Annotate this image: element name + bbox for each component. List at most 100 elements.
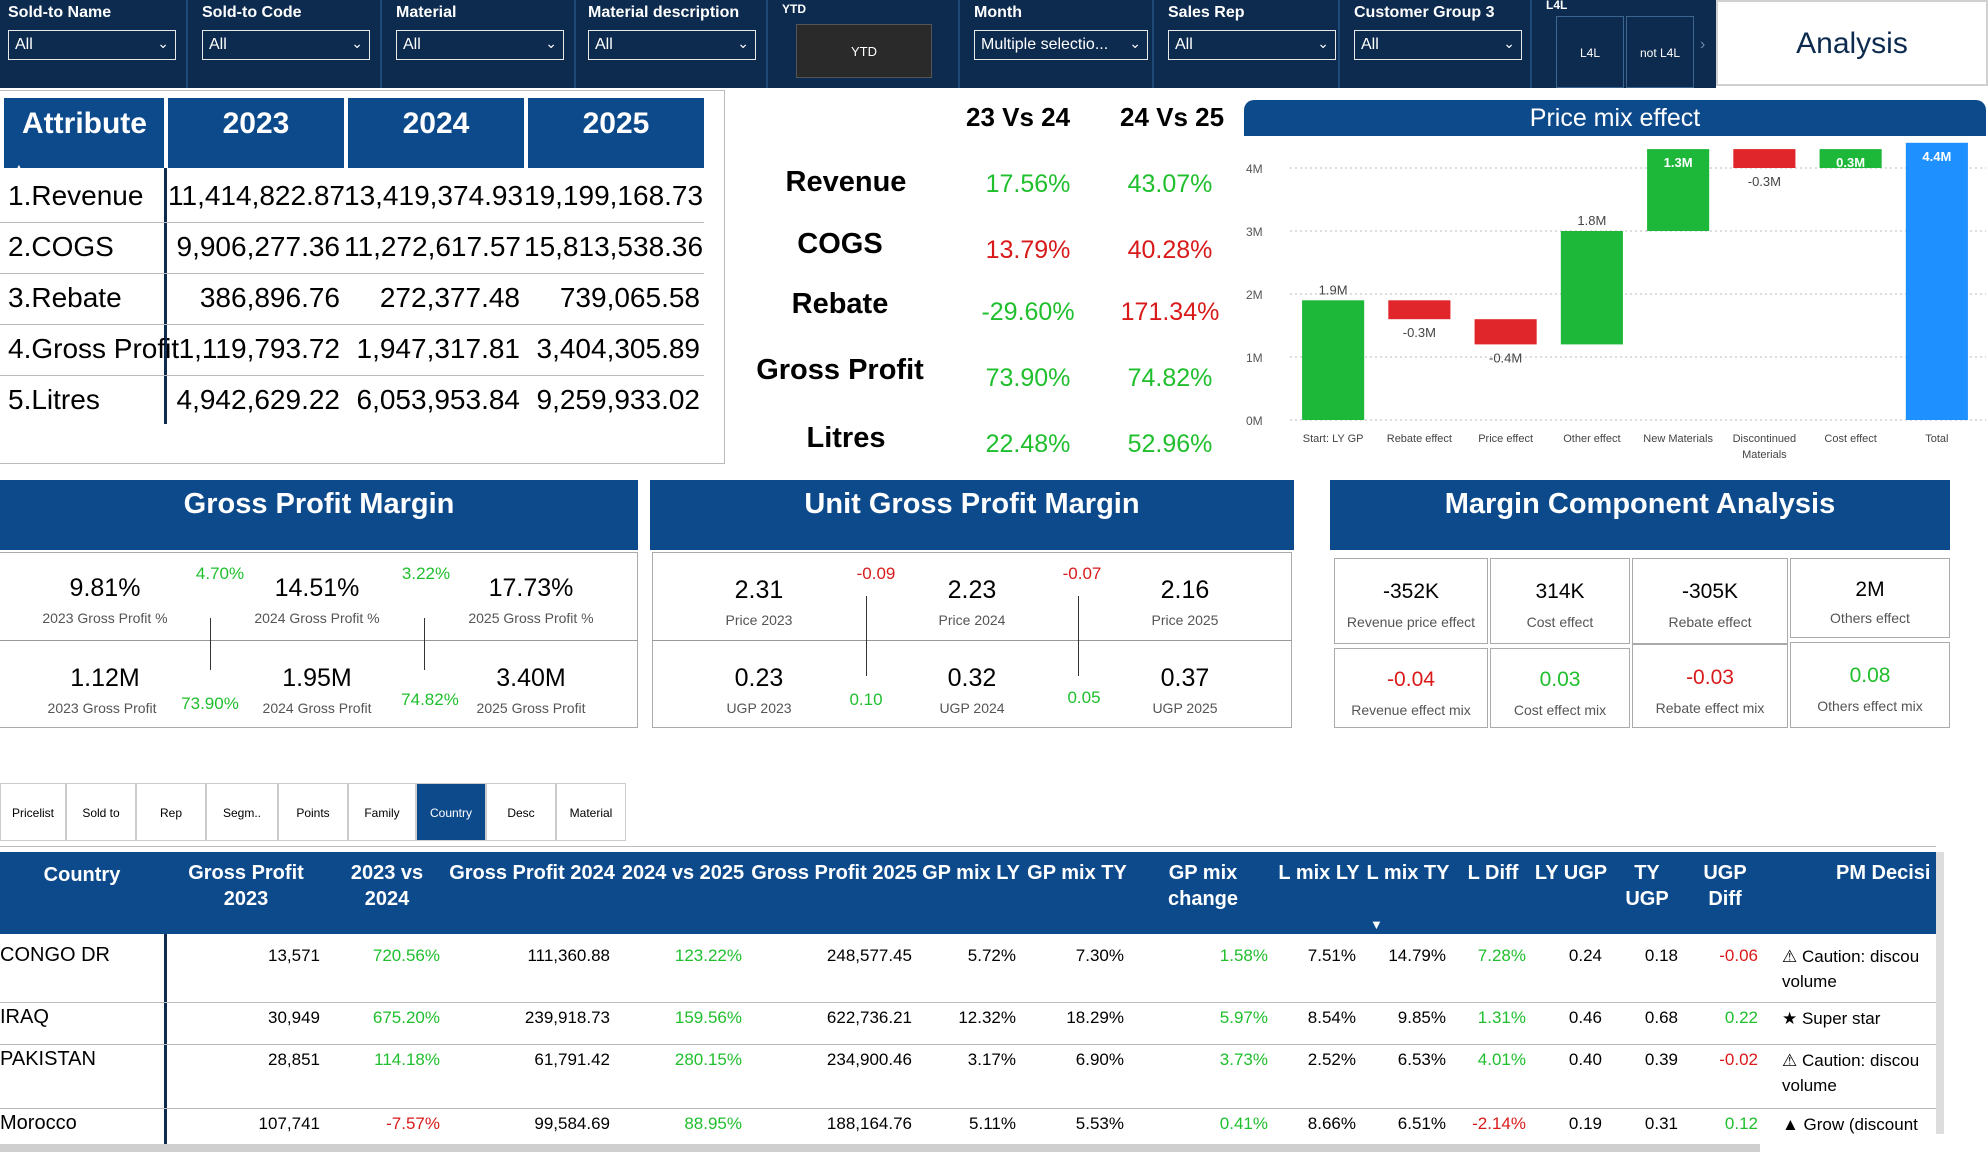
slicer-label: Sold-to Code: [202, 4, 302, 21]
tab-desc[interactable]: Desc: [486, 783, 556, 841]
cell-lmly: 8.54%: [1307, 1008, 1356, 1027]
column-header-2025[interactable]: 2025: [528, 98, 704, 168]
y-tick-label: 3M: [1246, 225, 1263, 239]
cell-v2425: 88.95%: [684, 1114, 742, 1133]
column-header-country[interactable]: Country: [0, 862, 164, 888]
waterfall-bar: [1388, 300, 1451, 320]
column-header-ugp-diff[interactable]: UGP Diff: [1686, 860, 1764, 912]
kpi-caption: Revenue effect mix: [1351, 702, 1471, 718]
cell-tyugp: 0.68: [1644, 1008, 1678, 1027]
column-header-2023-vs-2024[interactable]: 2023 vs 2024: [328, 860, 446, 912]
chevron-right-icon[interactable]: ›: [1700, 36, 1705, 54]
cell-gpmch: 3.73%: [1219, 1050, 1268, 1069]
cell-2025: 19,199,168.73: [524, 180, 704, 211]
cell-gpmch: 0.41%: [1219, 1114, 1268, 1133]
cell-lmty: 14.79%: [1388, 946, 1446, 965]
divider: [0, 324, 704, 325]
tab-points[interactable]: Points: [278, 783, 348, 841]
cell-2024: 272,377.48: [379, 282, 520, 313]
column-header-attribute[interactable]: Attribute ▲: [4, 98, 164, 176]
decision-text: ⚠ Caution: discou: [1782, 947, 1920, 966]
column-header-gp-2024[interactable]: Gross Profit 2024: [448, 860, 616, 886]
divider: [1338, 0, 1340, 88]
column-header-2024-vs-2025[interactable]: 2024 vs 2025: [618, 860, 748, 886]
dropdown-value: All: [209, 36, 227, 53]
chevron-down-icon: ⌄: [737, 35, 749, 51]
kpi-caption: Rebate effect mix: [1655, 700, 1765, 716]
column-header-pm-decision[interactable]: PM Decisi: [1768, 860, 1936, 886]
slicer-sales-rep: Sales Rep All ⌄: [1160, 0, 1344, 88]
cell-ldiff: 1.31%: [1477, 1008, 1526, 1027]
comparison-metric: COGS: [797, 228, 883, 260]
tab-country[interactable]: Country: [416, 783, 486, 841]
comparison-value: 22.48%: [985, 430, 1071, 458]
tab-rep[interactable]: Rep: [136, 783, 206, 841]
column-header-ty-ugp[interactable]: TY UGP: [1610, 860, 1684, 912]
customer-group-dropdown[interactable]: All ⌄: [1354, 30, 1522, 60]
cell-lyugp: 0.19: [1568, 1114, 1602, 1133]
sort-descending-icon: ▼: [1370, 917, 1383, 932]
kpi-value: 1.95M: [282, 664, 352, 692]
column-header-l-mix-ly[interactable]: L mix LY: [1276, 860, 1362, 886]
cell-tyugp: 0.39: [1644, 1050, 1678, 1069]
divider: [1530, 0, 1532, 88]
material-dropdown[interactable]: All ⌄: [396, 30, 564, 60]
column-header-gp-mix-ly[interactable]: GP mix LY: [920, 860, 1022, 886]
section-header-gross-profit-margin: Gross Profit Margin: [0, 480, 638, 550]
waterfall-bar: [1905, 142, 1968, 421]
cell-pm-decision: ★ Super star: [1782, 1006, 1934, 1031]
y-tick-label: 0M: [1246, 414, 1263, 428]
column-header-gp-mix-change[interactable]: GP mix change: [1132, 860, 1274, 912]
column-header-2024[interactable]: 2024: [348, 98, 524, 168]
slicer-label: L4L: [1546, 0, 1568, 12]
tab-family[interactable]: Family: [348, 783, 416, 841]
tab-segment[interactable]: Segm..: [206, 783, 278, 841]
divider: [0, 640, 638, 641]
l4l-option[interactable]: L4L: [1556, 16, 1624, 88]
cell-gpmty: 18.29%: [1066, 1008, 1124, 1027]
ytd-button[interactable]: YTD: [796, 24, 932, 78]
kpi-caption: Price 2023: [725, 612, 793, 628]
cell-2024: 13,419,374.93: [344, 180, 524, 211]
comparison-value: -29.60%: [981, 298, 1075, 326]
month-dropdown[interactable]: Multiple selectio... ⌄: [974, 30, 1148, 60]
x-tick-label: Rebate effect: [1387, 433, 1452, 445]
sales-rep-dropdown[interactable]: All ⌄: [1168, 30, 1336, 60]
cell-gp25: 234,900.46: [826, 1050, 912, 1069]
not-l4l-option[interactable]: not L4L: [1626, 16, 1694, 88]
analysis-button[interactable]: Analysis: [1716, 0, 1988, 86]
vertical-scrollbar[interactable]: [1936, 852, 1944, 1134]
column-header-2023[interactable]: 2023: [168, 98, 344, 168]
kpi-value: 9.81%: [69, 574, 141, 602]
cell-lmly: 7.51%: [1307, 946, 1356, 965]
kpi-delta: 73.90%: [181, 694, 239, 713]
divider: [0, 1002, 1936, 1003]
decision-text-line2: volume: [1782, 972, 1837, 991]
column-header-gp-2023[interactable]: Gross Profit 2023: [166, 860, 326, 912]
column-header-gp-mix-ty[interactable]: GP mix TY: [1024, 860, 1130, 886]
divider: [652, 640, 1292, 641]
tab-sold-to[interactable]: Sold to: [66, 783, 136, 841]
slicer-label: Material description: [588, 4, 740, 21]
horizontal-scrollbar[interactable]: [0, 1144, 1760, 1152]
comparison-value: 52.96%: [1127, 430, 1213, 458]
material-description-dropdown[interactable]: All ⌄: [588, 30, 756, 60]
column-header-l-mix-ty[interactable]: L mix TY ▼: [1364, 860, 1452, 932]
sold-to-name-dropdown[interactable]: All ⌄: [8, 30, 176, 60]
kpi-caption: Cost effect: [1526, 614, 1594, 630]
cell-gpmch: 1.58%: [1219, 946, 1268, 965]
cell-gp24: 111,360.88: [527, 946, 610, 965]
kpi-value: 2.31: [734, 576, 784, 604]
column-header-gp-2025[interactable]: Gross Profit 2025: [750, 860, 918, 886]
waterfall-bar: [1474, 319, 1537, 345]
cell-gpmty: 6.90%: [1075, 1050, 1124, 1069]
kpi-caption: Others effect mix: [1817, 698, 1923, 714]
column-header-l-diff[interactable]: L Diff: [1454, 860, 1532, 886]
cell-v2324: 720.56%: [372, 946, 440, 965]
sold-to-code-dropdown[interactable]: All ⌄: [202, 30, 370, 60]
tab-material[interactable]: Material: [556, 783, 626, 841]
comparison-metric: Rebate: [791, 288, 889, 320]
column-header-ly-ugp[interactable]: LY UGP: [1534, 860, 1608, 886]
cell-2023: 4,942,629.22: [176, 384, 341, 415]
tab-pricelist[interactable]: Pricelist: [0, 783, 66, 841]
